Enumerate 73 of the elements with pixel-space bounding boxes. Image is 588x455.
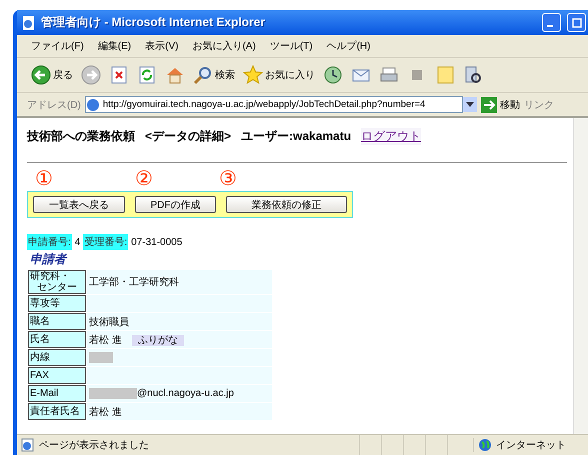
table-cell: 技術職員	[87, 313, 272, 330]
menu-item[interactable]: ツール(T)	[270, 39, 313, 53]
table-cell: 若松 進	[87, 403, 272, 420]
number-marker: ③	[219, 169, 237, 189]
action-button[interactable]: 一覧表へ戻る	[33, 196, 125, 213]
table-cell: 工学部・工学研究科	[87, 270, 272, 294]
menu-item[interactable]: ヘルプ(H)	[326, 39, 370, 53]
field-label: 受理番号:	[83, 234, 128, 250]
home-button[interactable]	[165, 65, 185, 85]
redaction-block	[89, 388, 137, 399]
address-label: アドレス(D)	[27, 98, 81, 112]
stop-icon	[109, 65, 129, 85]
forward-button[interactable]	[81, 65, 101, 85]
table-cell: FAX	[28, 367, 86, 384]
zone-label: インターネット	[496, 439, 566, 452]
redaction-block	[89, 352, 113, 363]
page-subtitle: <データの詳細>	[145, 128, 232, 145]
note-icon	[435, 65, 455, 85]
back-button[interactable]: 戻る	[31, 65, 73, 85]
scrollbar[interactable]	[573, 118, 588, 434]
action-button[interactable]: 業務依頼の修正	[226, 196, 347, 213]
section-heading: 申請者	[30, 251, 68, 268]
home-icon	[165, 65, 185, 85]
table-cell: 研究科・ センター	[28, 270, 86, 294]
address-field[interactable]: http://gyomuirai.tech.nagoya-u.ac.jp/webapply/JobTechDetail.php?number=4	[84, 96, 463, 113]
page-title: 技術部への業務依頼	[27, 128, 135, 145]
menu-item[interactable]: お気に入り(A)	[192, 39, 256, 53]
back-icon	[31, 65, 51, 85]
minimize-icon	[547, 24, 553, 26]
minimize-button[interactable]	[542, 13, 561, 32]
globe-icon	[478, 438, 492, 452]
history-button[interactable]	[323, 65, 343, 85]
go-button[interactable]: 移動	[480, 96, 520, 112]
logout-link[interactable]: ログアウト	[361, 128, 422, 145]
table-cell: E-Mail	[28, 385, 86, 402]
maximize-button[interactable]	[567, 13, 586, 32]
action-button[interactable]: PDFの作成	[135, 196, 216, 213]
research-button[interactable]	[463, 65, 483, 85]
table-cell: @nucl.nagoya-u.ac.jp	[87, 385, 272, 402]
user-name: ユーザー:wakamatu	[241, 128, 352, 145]
furigana-tag: ふりがな	[132, 334, 184, 346]
history-icon	[323, 65, 343, 85]
stop-button[interactable]	[109, 65, 129, 85]
links-label[interactable]: リンク	[524, 98, 554, 112]
table-cell: 専攻等	[28, 295, 86, 312]
dropdown-icon[interactable]	[462, 97, 477, 112]
research-icon	[463, 65, 483, 85]
refresh-icon	[137, 65, 157, 85]
field-value: 07-31-0005	[131, 236, 182, 248]
menu-item[interactable]: 編集(E)	[98, 39, 132, 53]
page-icon	[21, 438, 35, 452]
number-marker: ②	[135, 169, 153, 189]
forward-icon	[81, 65, 101, 85]
search-button[interactable]: 検索	[193, 65, 235, 85]
table-cell: 若松 進 ふりがな	[87, 331, 272, 348]
favorites-button[interactable]: お気に入り	[243, 65, 315, 85]
field-value: 4	[74, 236, 80, 248]
field-label: 申請番号:	[27, 234, 72, 250]
menu-item[interactable]: ファイル(F)	[31, 39, 84, 53]
status-text: ページが表示されました	[39, 438, 150, 452]
table-cell: 氏名	[28, 331, 86, 348]
table-cell: 職名	[28, 313, 86, 330]
search-icon	[193, 65, 213, 85]
number-marker: ①	[35, 169, 53, 189]
page-icon	[21, 14, 37, 30]
menu-item[interactable]: 表示(V)	[145, 39, 178, 53]
table-cell: 責任者氏名	[28, 403, 86, 420]
maximize-icon	[572, 18, 582, 28]
page-icon	[86, 98, 100, 112]
favorites-icon	[243, 65, 263, 85]
refresh-button[interactable]	[137, 65, 157, 85]
window-title: 管理者向け - Microsoft Internet Explorer	[41, 14, 266, 31]
table-cell: 内線	[28, 349, 86, 366]
